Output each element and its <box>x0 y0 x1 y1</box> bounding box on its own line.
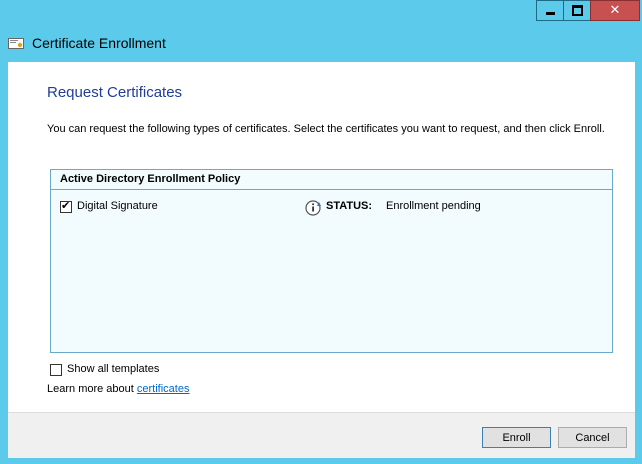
title-bar[interactable]: Certificate Enrollment ✕ <box>0 0 642 62</box>
page-title: Request Certificates <box>47 84 183 101</box>
show-all-templates-label: Show all templates <box>67 363 160 375</box>
list-item[interactable]: Digital Signature STATUS: Enrollment pen… <box>60 199 600 216</box>
close-icon: ✕ <box>609 3 621 18</box>
cancel-button[interactable]: Cancel <box>558 427 627 448</box>
page-description: You can request the following types of c… <box>47 123 605 135</box>
status-value: Enrollment pending <box>386 200 481 212</box>
enrollment-policy-panel: Active Directory Enrollment Policy Digit… <box>50 169 613 353</box>
info-icon <box>305 200 321 216</box>
certificate-icon <box>8 38 24 49</box>
policy-header: Active Directory Enrollment Policy <box>51 170 612 190</box>
certificate-enrollment-window: Certificate Enrollment ✕ Request Certifi… <box>0 0 642 464</box>
certificate-label: Digital Signature <box>77 200 158 212</box>
certificates-link[interactable]: certificates <box>137 383 190 395</box>
digital-signature-checkbox[interactable] <box>60 199 72 213</box>
minimize-button[interactable] <box>536 0 564 21</box>
minimize-icon <box>545 12 555 15</box>
button-bar: Enroll Cancel <box>8 412 635 458</box>
enroll-button[interactable]: Enroll <box>482 427 551 448</box>
show-all-templates-checkbox[interactable] <box>50 364 62 376</box>
close-button[interactable]: ✕ <box>590 0 640 21</box>
policy-header-label: Active Directory Enrollment Policy <box>60 173 241 185</box>
window-title: Certificate Enrollment <box>32 35 166 51</box>
learn-more-text: Learn more about certificates <box>47 383 189 395</box>
learn-more-prefix: Learn more about <box>47 383 137 395</box>
dialog-content: Request Certificates You can request the… <box>8 62 635 412</box>
maximize-icon <box>571 5 583 16</box>
maximize-button[interactable] <box>563 0 591 21</box>
status-label: STATUS: <box>326 200 373 212</box>
